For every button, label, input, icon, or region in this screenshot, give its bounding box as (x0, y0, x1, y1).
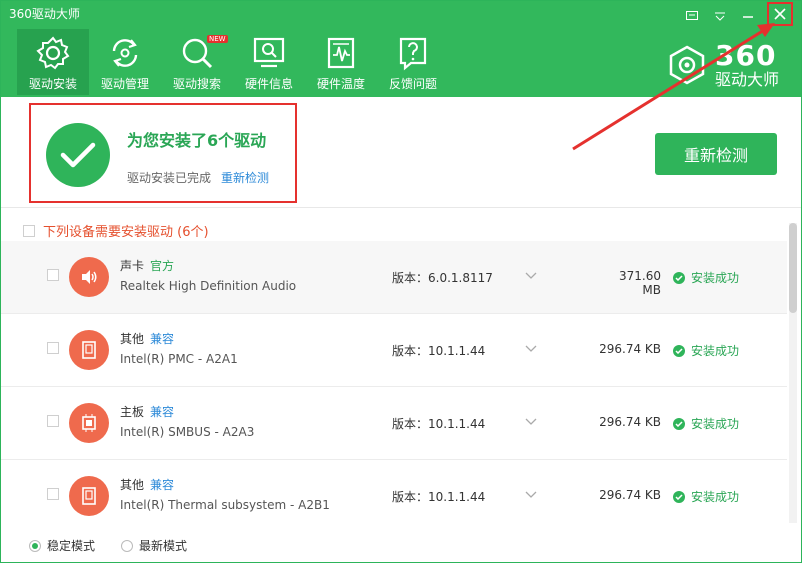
window-controls (683, 2, 793, 26)
row-category: 声卡 (120, 259, 145, 273)
row-tag: 兼容 (150, 478, 175, 492)
logo-subtitle: 驱动大师 (714, 70, 779, 89)
app-title: 360驱动大师 (9, 7, 80, 21)
table-row[interactable]: 主板 兼容 Intel(R) SMBUS - A2A3 版本：10.1.1.44 … (1, 387, 787, 460)
row-device-name: Intel(R) PMC - A2A1 (120, 352, 238, 366)
row-size: 296.74 KB (599, 488, 661, 502)
tab-label: 硬件温度 (316, 77, 365, 91)
chevron-down-icon[interactable] (525, 415, 537, 429)
latest-mode-radio[interactable]: 最新模式 (121, 537, 187, 554)
app-window: 360驱动大师 驱动安装 驱动管理 NEW 驱动搜索 硬件信息 硬件温度 反馈问… (0, 0, 802, 563)
list-scrollbar[interactable] (789, 223, 797, 523)
tab-feedback[interactable]: 反馈问题 (377, 29, 449, 95)
row-status: 安装成功 (673, 415, 739, 432)
select-all-checkbox[interactable] (23, 224, 35, 237)
row-checkbox[interactable] (47, 269, 59, 281)
row-status-label: 安装成功 (691, 490, 740, 504)
feedback-icon[interactable] (683, 8, 701, 24)
check-icon (673, 344, 685, 357)
thermometer-icon (327, 37, 355, 69)
minimize-button[interactable] (739, 8, 757, 24)
row-checkbox[interactable] (47, 342, 59, 354)
monitor-search-icon (253, 37, 285, 68)
row-size: 296.74 KB (599, 342, 661, 356)
list-header: 下列设备需要安装驱动 (6个) (23, 221, 209, 240)
close-icon (774, 8, 786, 20)
status-subtitle: 驱动安装已完成 (127, 171, 212, 185)
status-title: 为您安装了6个驱动 (127, 131, 267, 150)
speaker-icon (69, 257, 109, 297)
row-status-label: 安装成功 (691, 344, 740, 358)
question-icon (399, 37, 427, 71)
chip-icon (69, 403, 109, 443)
logo-number: 360 (714, 39, 777, 72)
status-subtitle-row: 驱动安装已完成 重新检测 (127, 169, 269, 186)
check-icon (673, 417, 685, 430)
rescan-button[interactable]: 重新检测 (655, 133, 777, 175)
chevron-down-icon[interactable] (525, 269, 537, 283)
scroll-thumb[interactable] (789, 223, 797, 313)
tab-label: 反馈问题 (388, 77, 437, 91)
close-button[interactable] (767, 2, 793, 26)
row-checkbox[interactable] (47, 488, 59, 500)
stable-mode-label: 稳定模式 (47, 539, 96, 553)
row-status: 安装成功 (673, 488, 739, 505)
new-badge: NEW (207, 35, 228, 43)
tab-label: 驱动管理 (100, 77, 149, 91)
radio-icon (121, 539, 134, 552)
row-device-name: Intel(R) Thermal subsystem - A2B1 (120, 498, 330, 512)
rescan-link[interactable]: 重新检测 (221, 169, 269, 186)
tab-driver-manage[interactable]: 驱动管理 (89, 29, 161, 95)
radio-selected-icon (29, 539, 41, 552)
gear-icon (36, 36, 70, 70)
mode-selector: 稳定模式 最新模式 (29, 537, 187, 554)
row-version: 版本：10.1.1.44 (392, 417, 486, 431)
menu-icon[interactable] (711, 8, 729, 24)
tab-hardware-info[interactable]: 硬件信息 (233, 29, 305, 95)
row-tag: 兼容 (150, 405, 175, 419)
row-status-label: 安装成功 (691, 271, 740, 285)
check-icon (673, 490, 685, 503)
driver-list: 声卡 官方 Realtek High Definition Audio 版本：6.… (1, 241, 787, 521)
row-version: 版本：6.0.1.8117 (392, 271, 493, 285)
tab-label: 硬件信息 (244, 77, 293, 91)
row-device-name: Intel(R) SMBUS - A2A3 (120, 425, 255, 439)
tab-driver-search[interactable]: NEW 驱动搜索 (161, 29, 233, 95)
brand-logo: 360 驱动大师 (667, 41, 779, 89)
row-status: 安装成功 (673, 342, 739, 359)
row-tag: 官方 (150, 259, 175, 273)
row-version: 版本：10.1.1.44 (392, 344, 486, 358)
row-category: 其他 (120, 332, 145, 346)
refresh-icon (112, 39, 138, 67)
row-status-label: 安装成功 (691, 417, 740, 431)
table-row[interactable]: 其他 兼容 Intel(R) PMC - A2A1 版本：10.1.1.44 29… (1, 314, 787, 387)
chevron-down-icon[interactable] (525, 342, 537, 356)
device-icon (69, 330, 109, 370)
tab-hardware-temp[interactable]: 硬件温度 (305, 29, 377, 95)
tab-driver-install[interactable]: 驱动安装 (17, 29, 89, 95)
check-icon (673, 271, 685, 284)
main-toolbar: 驱动安装 驱动管理 NEW 驱动搜索 硬件信息 硬件温度 反馈问题 (17, 29, 449, 95)
tab-label: 驱动安装 (28, 77, 77, 91)
row-size: 371.60 MB (619, 269, 661, 297)
row-version: 版本：10.1.1.44 (392, 490, 486, 504)
stable-mode-radio[interactable]: 稳定模式 (29, 537, 95, 554)
success-check-icon (46, 123, 110, 187)
list-header-label: 下列设备需要安装驱动 (6个) (43, 225, 209, 240)
row-tag: 兼容 (150, 332, 175, 346)
header-bar: 360驱动大师 驱动安装 驱动管理 NEW 驱动搜索 硬件信息 硬件温度 反馈问… (1, 1, 801, 97)
table-row[interactable]: 声卡 官方 Realtek High Definition Audio 版本：6.… (1, 241, 787, 314)
row-size: 296.74 KB (599, 415, 661, 429)
row-category: 主板 (120, 405, 145, 419)
row-category: 其他 (120, 478, 145, 492)
row-checkbox[interactable] (47, 415, 59, 427)
latest-mode-label: 最新模式 (139, 539, 188, 553)
tab-label: 驱动搜索 (172, 77, 221, 91)
row-status: 安装成功 (673, 269, 739, 286)
table-row[interactable]: 其他 兼容 Intel(R) Thermal subsystem - A2B1 版… (1, 460, 787, 521)
logo-icon (669, 45, 705, 85)
row-device-name: Realtek High Definition Audio (120, 279, 297, 293)
device-icon (69, 476, 109, 516)
chevron-down-icon[interactable] (525, 488, 537, 502)
